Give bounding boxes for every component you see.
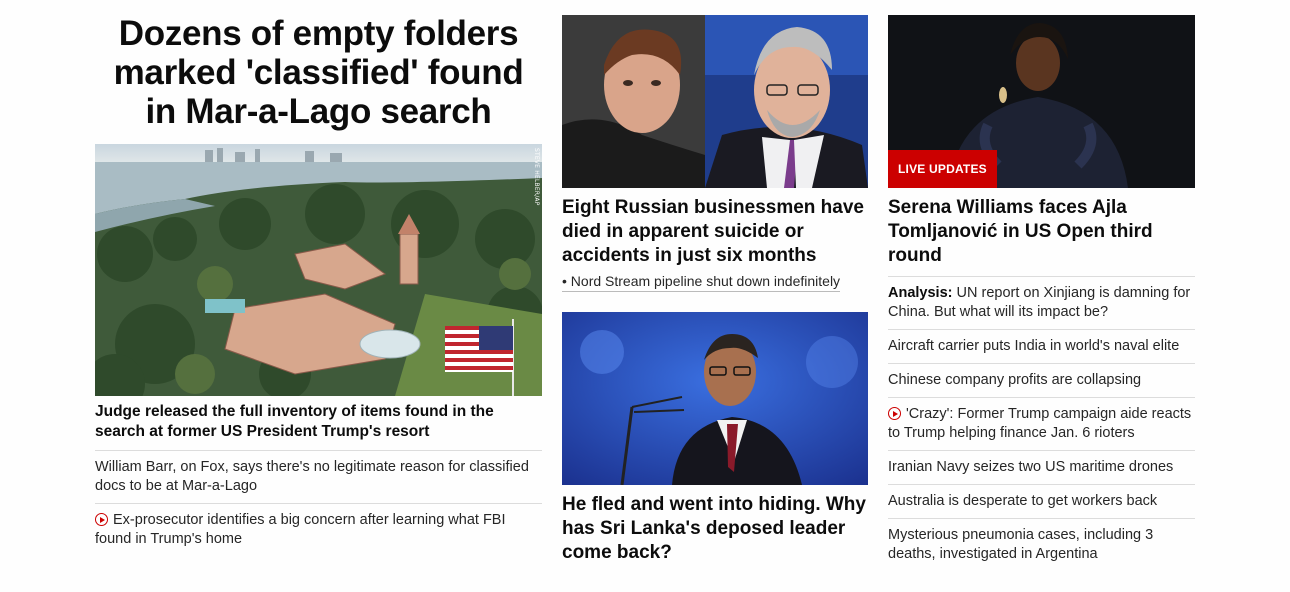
headline-list-item-5-text: Iranian Navy seizes two US maritime dron… [888, 459, 1174, 475]
headline-list-item-6-text: Australia is desperate to get workers ba… [888, 493, 1158, 509]
serena-headline[interactable]: Serena Williams faces Ajla Tomljanović i… [888, 196, 1195, 277]
play-video-icon [95, 513, 108, 526]
lead-caption-link[interactable]: Judge released the full inventory of ite… [95, 402, 542, 451]
headline-list-item-3-text: Chinese company profits are collapsing [888, 372, 1142, 388]
headline-list-item-7-text: Mysterious pneumonia cases, including 3 … [888, 527, 1154, 562]
headline-list-item-2[interactable]: Aircraft carrier puts India in world's n… [888, 330, 1195, 364]
sri-lanka-headline[interactable]: He fled and went into hiding. Why has Sr… [562, 493, 868, 565]
middle-column: Eight Russian businessmen have died in a… [562, 15, 868, 565]
nord-stream-link[interactable]: • Nord Stream pipeline shut down indefin… [562, 272, 841, 292]
related-link-1[interactable]: William Barr, on Fox, says there's no le… [95, 451, 542, 504]
headline-list-item-5[interactable]: Iranian Navy seizes two US maritime dron… [888, 451, 1195, 485]
headline-list-item-7[interactable]: Mysterious pneumonia cases, including 3 … [888, 519, 1195, 571]
russia-headline[interactable]: Eight Russian businessmen have died in a… [562, 196, 868, 268]
sri-lanka-leader-image[interactable] [562, 312, 868, 485]
related-link-2-text: Ex-prosecutor identifies a big concern a… [95, 512, 506, 547]
lead-story: Dozens of empty folders marked 'classifi… [95, 0, 542, 556]
analysis-label: Analysis: [888, 285, 953, 301]
related-link-1-text: William Barr, on Fox, says there's no le… [95, 459, 529, 494]
headline-list-item-3[interactable]: Chinese company profits are collapsing [888, 364, 1195, 398]
related-link-2[interactable]: Ex-prosecutor identifies a big concern a… [95, 504, 542, 556]
headline-list-item-4-text: 'Crazy': Former Trump campaign aide reac… [888, 406, 1192, 441]
russian-businessmen-image[interactable] [562, 15, 868, 188]
headline-list-item-4[interactable]: 'Crazy': Former Trump campaign aide reac… [888, 398, 1195, 451]
live-updates-badge: LIVE UPDATES [888, 150, 997, 188]
serena-williams-image[interactable]: LIVE UPDATES [888, 15, 1195, 188]
play-video-icon [888, 407, 901, 420]
headline-list-item-1[interactable]: Analysis: UN report on Xinjiang is damni… [888, 277, 1195, 330]
headline-list-item-2-text: Aircraft carrier puts India in world's n… [888, 338, 1180, 354]
right-column: LIVE UPDATES Serena Williams faces Ajla … [888, 15, 1195, 571]
mar-a-lago-image[interactable]: STEVE HELBER/AP [95, 144, 542, 396]
photo-credit: STEVE HELBER/AP [533, 148, 540, 206]
lead-headline[interactable]: Dozens of empty folders marked 'classifi… [95, 14, 542, 131]
headline-list-item-6[interactable]: Australia is desperate to get workers ba… [888, 485, 1195, 519]
